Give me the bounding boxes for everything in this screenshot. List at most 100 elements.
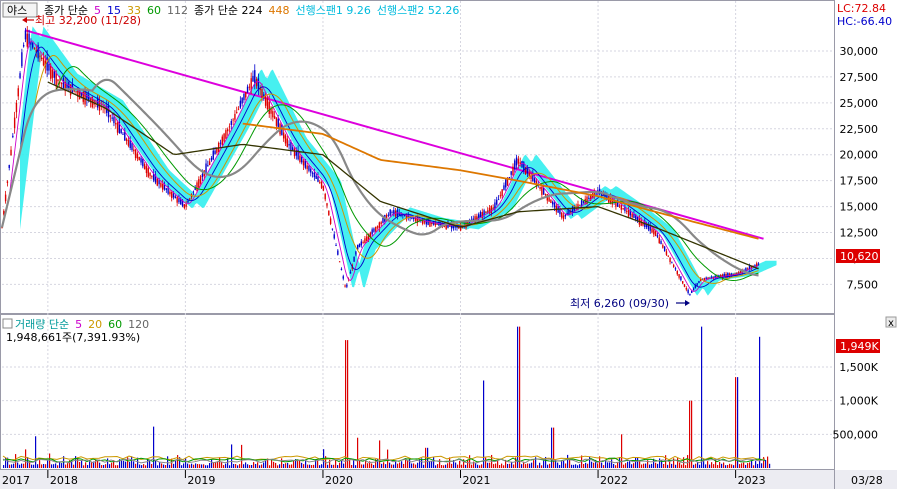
candle-body: [62, 77, 65, 89]
candle-body: [544, 194, 547, 196]
volume-bar: [671, 463, 673, 468]
volume-bar: [637, 457, 639, 468]
volume-bar: [561, 460, 563, 468]
volume-bar: [741, 463, 743, 468]
stock-chart-window: 30,000 27,500 25,000 22,500 20,000 17,500 15,0…: [0, 0, 897, 489]
volume-bar: [643, 463, 645, 468]
volume-bar: [659, 458, 661, 468]
volume-bar: [447, 463, 449, 468]
candle-body: [331, 228, 334, 230]
volume-bar: [361, 464, 363, 468]
candle-body: [136, 153, 139, 159]
candle-body: [42, 57, 45, 66]
candle-body: [698, 280, 700, 284]
volume-bar: [11, 464, 13, 468]
volume-bar: [333, 464, 335, 468]
volume-bar: [313, 464, 315, 468]
volume-bar: [349, 459, 351, 468]
candle-body: [210, 157, 213, 161]
candle-body: [275, 117, 278, 126]
candle-body: [380, 222, 382, 225]
candle-body: [165, 188, 168, 190]
volume-bar: [41, 464, 43, 468]
candle-body: [745, 267, 747, 271]
high-note: 최고 32,200 (11/28): [35, 14, 141, 27]
volume-bar: [461, 464, 463, 468]
volume-bar: [337, 465, 339, 468]
volume-bar: [111, 462, 113, 468]
close-icon[interactable]: x: [888, 318, 894, 329]
candle-body: [107, 105, 110, 118]
volume-bar: [767, 456, 769, 468]
volume-bar: [219, 457, 221, 468]
volume-bar: [169, 464, 171, 468]
volume-bar: [61, 463, 63, 468]
volume-bar: [161, 463, 163, 468]
candle-body: [687, 289, 689, 294]
candle-body: [564, 214, 567, 217]
candle-body: [375, 226, 377, 232]
candle-body: [75, 91, 77, 93]
legend-item: 종가 단순 224: [194, 4, 262, 17]
volume-bar: [389, 462, 391, 468]
candle-body: [171, 191, 173, 199]
candle-body: [212, 150, 214, 160]
candle-body: [317, 176, 319, 182]
volume-bar: [243, 464, 245, 468]
candle-body: [580, 200, 583, 206]
volume-bar: [65, 464, 67, 468]
volume-bar: [633, 463, 635, 468]
volume-bar: [725, 465, 727, 468]
candle-body: [192, 191, 195, 193]
volume-bar: [33, 464, 35, 468]
volume-bar: [483, 380, 485, 468]
tab-label[interactable]: 야스: [7, 4, 27, 17]
volume-bar: [371, 463, 373, 468]
candle-body: [4, 194, 7, 202]
candle-body: [284, 135, 287, 144]
candle-body: [477, 214, 480, 218]
volume-bar: [551, 427, 553, 468]
volume-bar: [103, 465, 105, 468]
candle-body: [663, 246, 666, 252]
volume-bar: [287, 462, 289, 468]
volume-bar: [601, 462, 603, 468]
candle-body: [39, 55, 41, 57]
candle-body: [539, 186, 541, 190]
volume-bar: [115, 465, 117, 468]
volume-pane-close-button[interactable]: x: [885, 316, 897, 329]
volume-bar: [57, 465, 59, 468]
volume-bar: [43, 464, 45, 468]
volume-bar: [273, 461, 275, 468]
candle-body: [273, 116, 276, 119]
volume-bar: [203, 464, 205, 468]
volume-bar: [513, 464, 515, 468]
candle-body: [553, 202, 556, 208]
candle-body: [21, 52, 23, 67]
volume-bar: [685, 465, 687, 468]
volume-bar: [25, 449, 27, 468]
volume-bar: [565, 463, 567, 468]
volume-legend: 거래량 단순 5 20 60 120 1,948,661주(7,391.93%): [2, 318, 149, 344]
volume-bar: [199, 464, 201, 468]
volume-tick-label: 500,000: [833, 428, 879, 441]
candle-body: [245, 91, 247, 98]
volume-bar: [499, 465, 501, 468]
current-price: 10,620: [840, 250, 879, 263]
volume-bar: [205, 465, 207, 468]
candle-body: [362, 241, 364, 243]
volume-bar: [425, 447, 427, 468]
volume-bar: [171, 458, 173, 468]
volume-bar: [5, 457, 7, 468]
candle-body: [198, 179, 200, 188]
candle-body: [239, 100, 242, 108]
candle-body: [230, 121, 233, 125]
volume-tick-label: 1,000K: [839, 395, 878, 408]
candle-body: [496, 199, 498, 205]
stock-chart[interactable]: 30,000 27,500 25,000 22,500 20,000 17,500 15,0…: [0, 0, 897, 489]
volume-bar: [575, 464, 577, 468]
volume-bar: [331, 464, 333, 468]
volume-bar: [269, 465, 271, 468]
volume-bar: [469, 455, 471, 468]
volume-bar: [687, 455, 689, 468]
